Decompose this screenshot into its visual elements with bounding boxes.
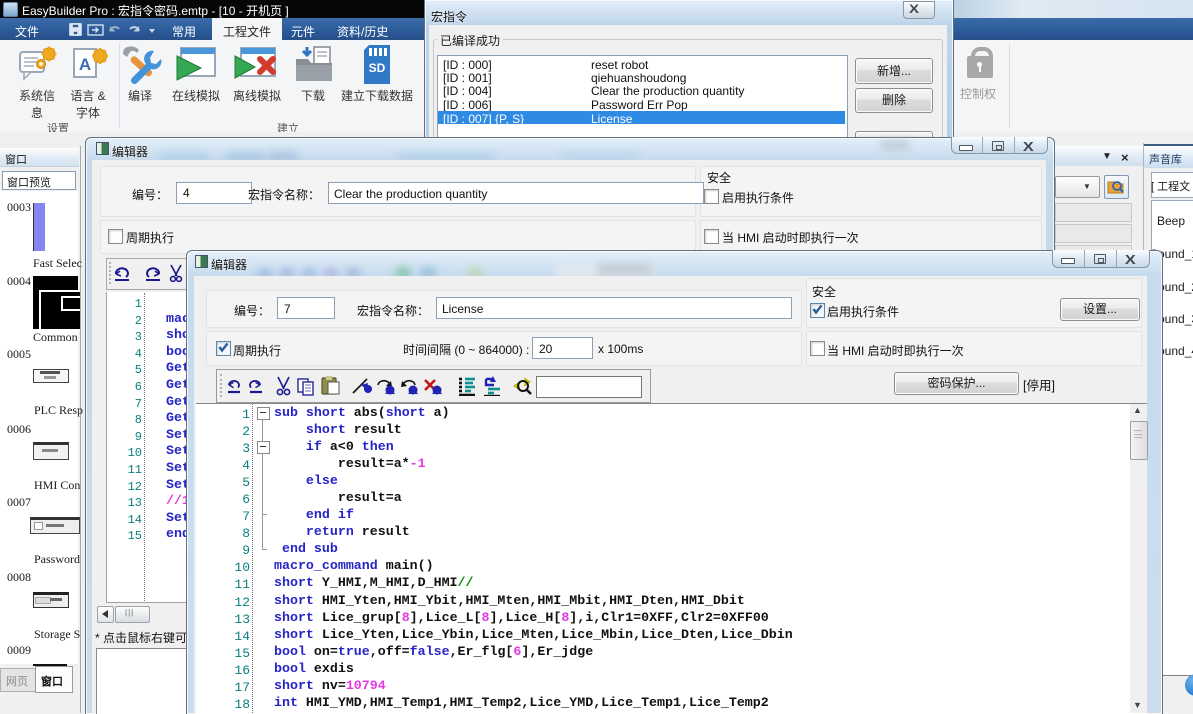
svg-text:SD: SD xyxy=(369,61,386,75)
svg-text:A: A xyxy=(79,55,91,74)
